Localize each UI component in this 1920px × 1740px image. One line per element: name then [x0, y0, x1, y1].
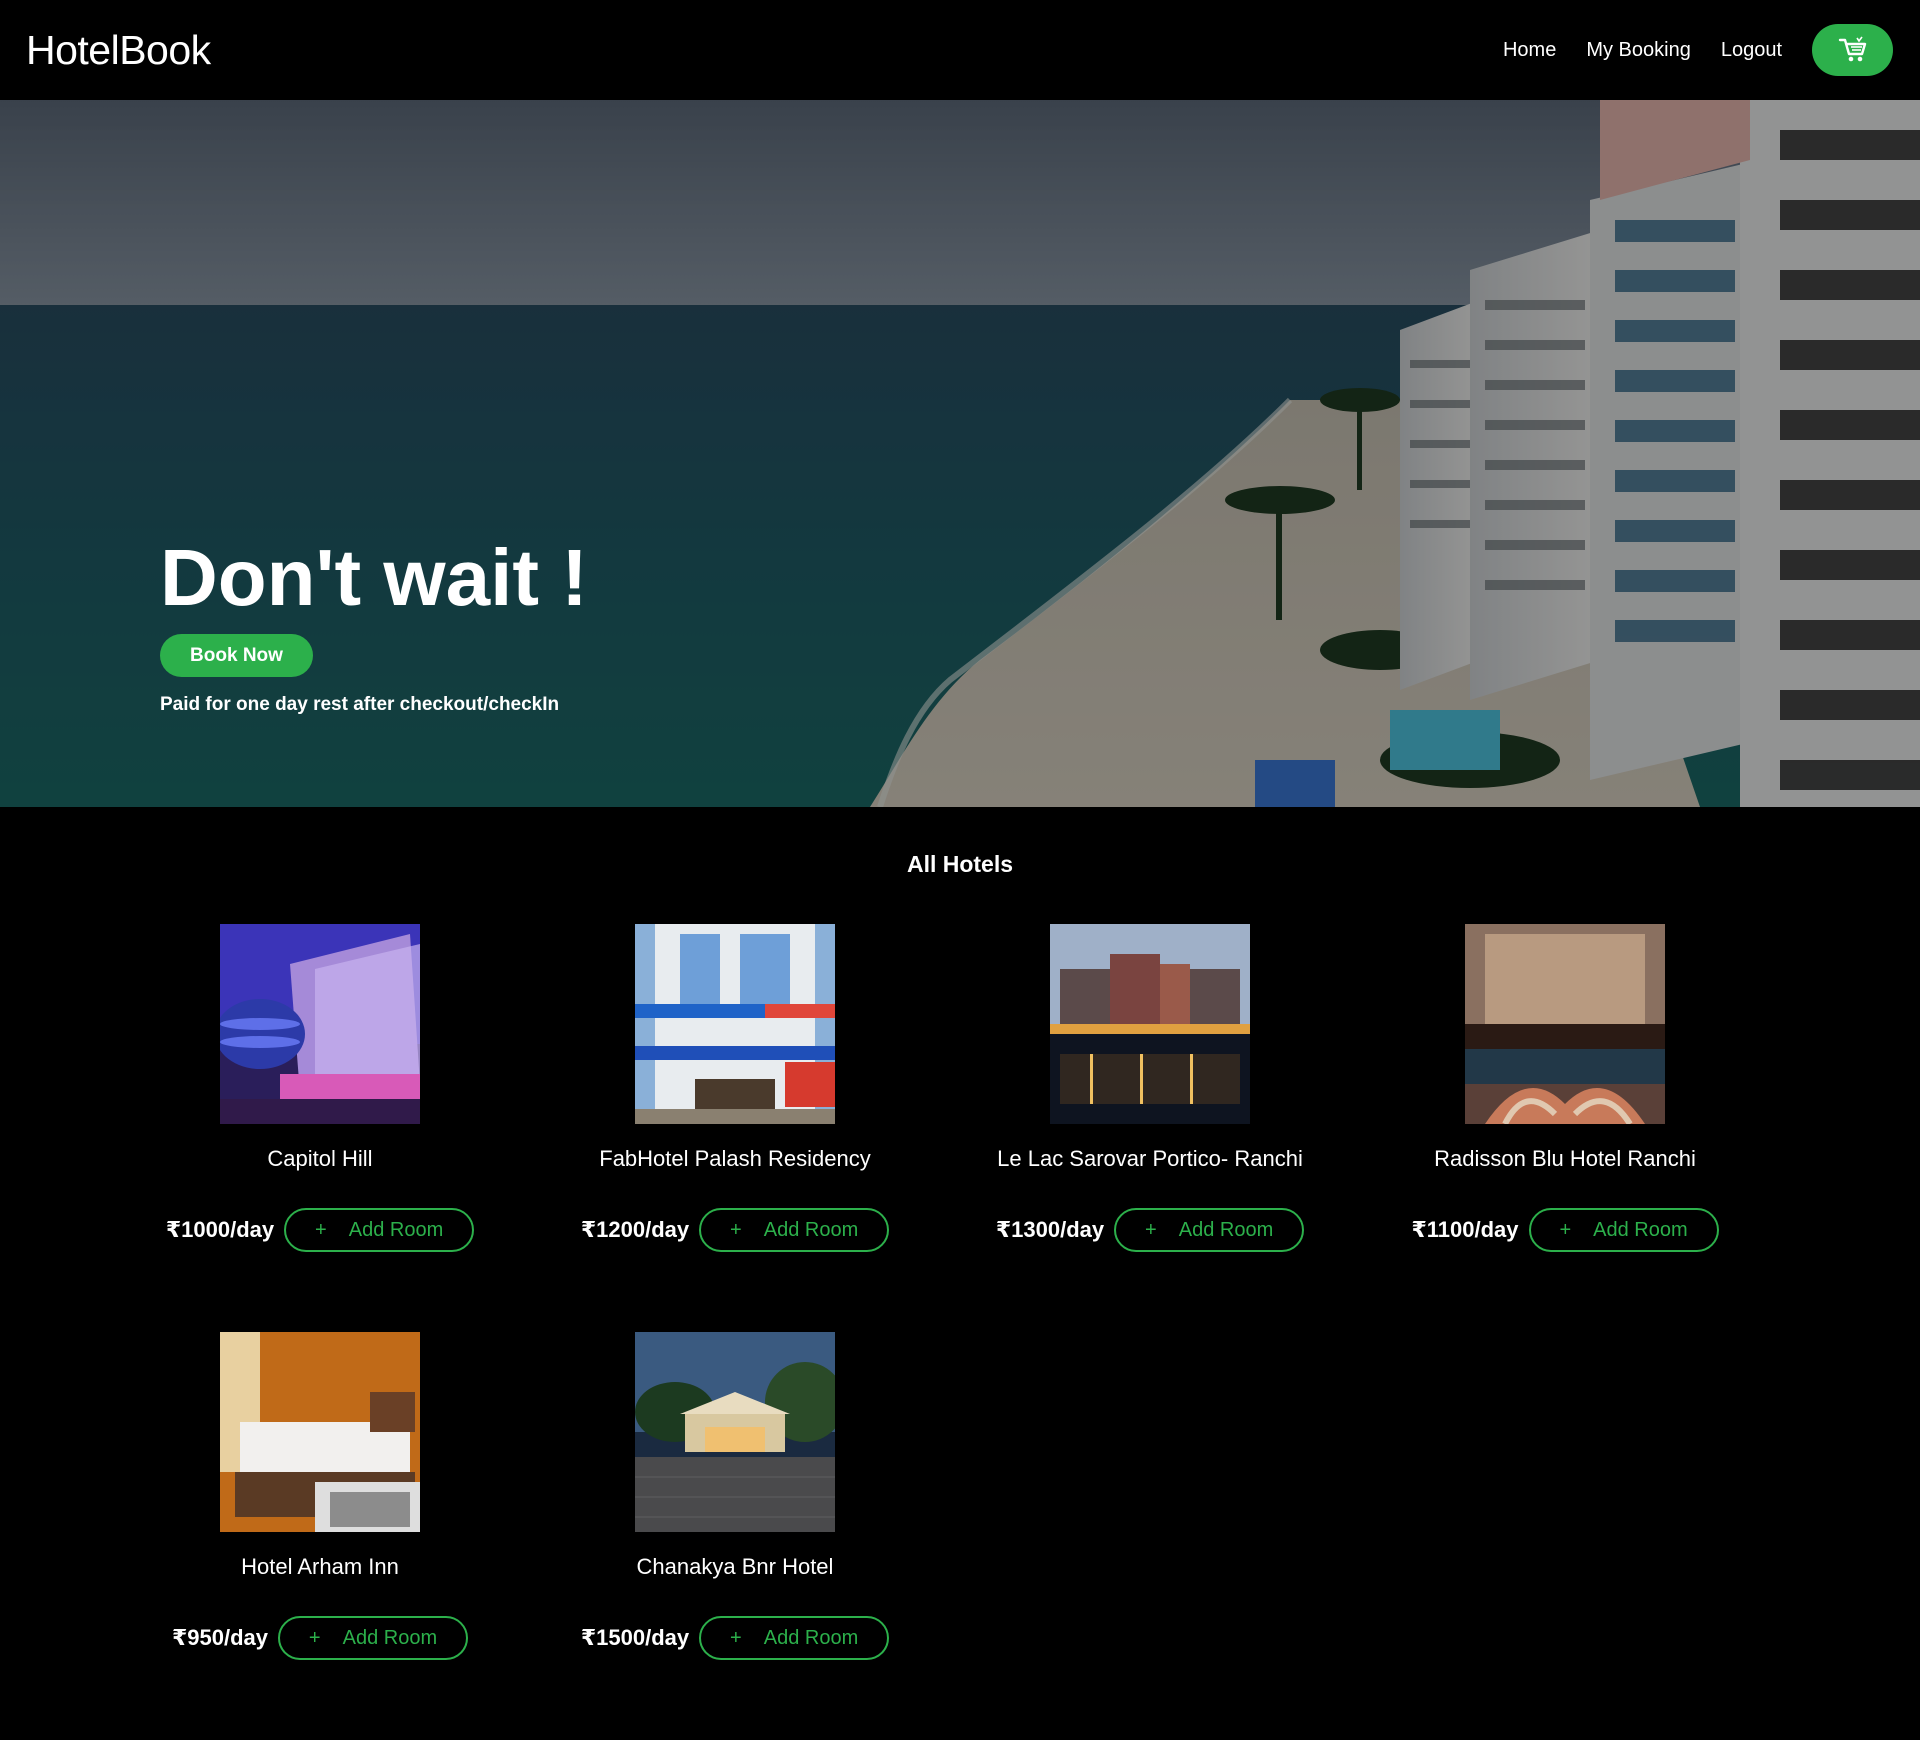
- hotel-image: [220, 1332, 420, 1532]
- hotel-card: Hotel Arham Inn ₹950/day + Add Room: [120, 1332, 535, 1732]
- hotel-price: ₹1000/day: [165, 1217, 275, 1242]
- add-room-label: Add Room: [763, 1626, 859, 1649]
- price-row: ₹1000/day + Add Room: [120, 1208, 520, 1252]
- add-room-label: Add Room: [1178, 1218, 1274, 1241]
- hero-banner: Don't wait ! Book Now Paid for one day r…: [0, 100, 1920, 807]
- hotel-name: Radisson Blu Hotel Ranchi: [1434, 1146, 1696, 1171]
- hotel-grid: Capitol Hill ₹1000/day + Add Room FabHot…: [0, 924, 1920, 1740]
- nav-link-home[interactable]: Home: [1503, 39, 1556, 62]
- hotel-image: [220, 924, 420, 1124]
- price-row: ₹1300/day + Add Room: [950, 1208, 1350, 1252]
- nav-link-my-booking[interactable]: My Booking: [1586, 39, 1691, 62]
- hero-subtitle: Paid for one day rest after checkout/che…: [160, 694, 560, 715]
- add-room-button[interactable]: + Add Room: [1114, 1208, 1305, 1252]
- add-room-button[interactable]: + Add Room: [278, 1616, 469, 1660]
- book-now-button[interactable]: Book Now: [160, 634, 313, 677]
- hotel-card: FabHotel Palash Residency ₹1200/day + Ad…: [535, 924, 950, 1324]
- hero-title: Don't wait !: [160, 533, 588, 622]
- hotel-price: ₹1100/day: [1411, 1217, 1519, 1242]
- plus-icon: +: [315, 1218, 327, 1241]
- price-row: ₹950/day + Add Room: [120, 1616, 520, 1660]
- add-room-button[interactable]: + Add Room: [284, 1208, 475, 1252]
- section-title: All Hotels: [906, 851, 1014, 877]
- add-room-button[interactable]: + Add Room: [1528, 1208, 1719, 1252]
- hotel-name: Hotel Arham Inn: [241, 1554, 399, 1579]
- hotel-name: Chanakya Bnr Hotel: [636, 1554, 834, 1579]
- price-row: ₹1500/day + Add Room: [535, 1616, 935, 1660]
- add-room-label: Add Room: [342, 1626, 438, 1649]
- plus-icon: +: [1145, 1218, 1157, 1241]
- add-room-label: Add Room: [763, 1218, 859, 1241]
- hotel-image: [635, 924, 835, 1124]
- plus-icon: +: [1559, 1218, 1572, 1241]
- hotel-price: ₹950/day: [171, 1625, 269, 1650]
- add-room-button[interactable]: + Add Room: [699, 1208, 890, 1252]
- plus-icon: +: [730, 1218, 742, 1241]
- nav-link-logout[interactable]: Logout: [1721, 39, 1782, 62]
- nav-links: Home My Booking Logout: [1503, 24, 1894, 76]
- hotel-card: Capitol Hill ₹1000/day + Add Room: [120, 924, 535, 1324]
- hotel-name: FabHotel Palash Residency: [599, 1146, 871, 1171]
- hotel-name: Le Lac Sarovar Portico- Ranchi: [997, 1146, 1303, 1171]
- hotel-image: [1050, 924, 1250, 1124]
- add-room-label: Add Room: [348, 1218, 444, 1241]
- hotel-card: Chanakya Bnr Hotel ₹1500/day + Add Room: [535, 1332, 950, 1732]
- hotel-card: Le Lac Sarovar Portico- Ranchi ₹1300/day…: [950, 924, 1365, 1324]
- plus-icon: +: [730, 1626, 742, 1649]
- add-room-label: Add Room: [1593, 1218, 1688, 1241]
- plus-icon: +: [308, 1626, 321, 1649]
- hotel-card: Radisson Blu Hotel Ranchi ₹1100/day + Ad…: [1365, 924, 1780, 1324]
- navbar: HotelBook Home My Booking Logout: [0, 0, 1920, 100]
- price-row: ₹1200/day + Add Room: [535, 1208, 935, 1252]
- hotel-name: Capitol Hill: [267, 1146, 373, 1171]
- cart-button[interactable]: [1812, 24, 1893, 76]
- hotel-image: [635, 1332, 835, 1532]
- add-room-button[interactable]: + Add Room: [699, 1616, 890, 1660]
- price-row: ₹1100/day + Add Room: [1365, 1208, 1765, 1252]
- hotel-price: ₹1500/day: [580, 1625, 690, 1650]
- shopping-cart-icon: [1838, 36, 1866, 62]
- brand-logo[interactable]: HotelBook: [26, 27, 211, 74]
- hotel-image: [1465, 924, 1665, 1124]
- hotel-price: ₹1200/day: [580, 1217, 690, 1242]
- hotel-price: ₹1300/day: [995, 1217, 1105, 1242]
